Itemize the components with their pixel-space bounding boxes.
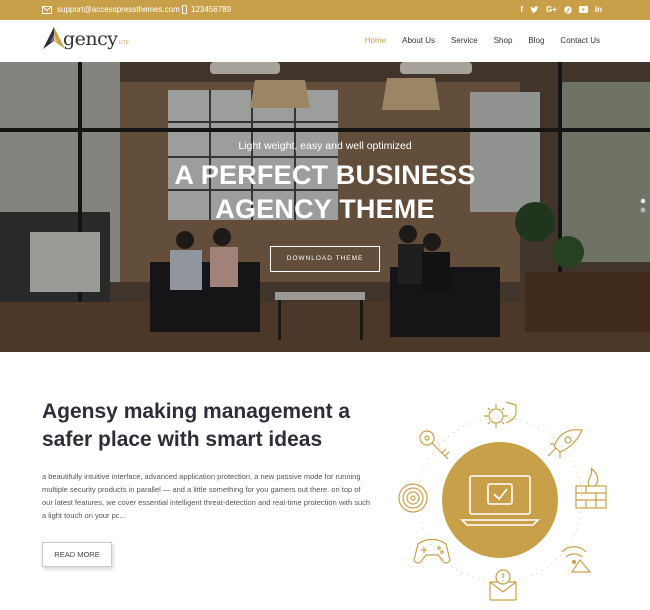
download-theme-button[interactable]: DOWNLOAD THEME xyxy=(270,246,380,272)
email-text[interactable]: support@accesspressthemes.com xyxy=(57,5,180,14)
nav-item-contact-us[interactable]: Contact Us xyxy=(560,36,600,45)
mobile-phone-icon xyxy=(182,5,187,14)
email-contact[interactable]: support@accesspressthemes.com xyxy=(42,5,180,14)
nav-item-shop[interactable]: Shop xyxy=(494,36,513,45)
top-bar: support@accesspressthemes.com 123456789 … xyxy=(0,0,650,20)
slider-pagination xyxy=(640,198,646,213)
site-header: gency LITE Home About Us Service Shop Bl… xyxy=(0,20,650,62)
twitter-icon[interactable] xyxy=(530,5,539,14)
hero-title-line-2: AGENCY THEME xyxy=(215,194,435,224)
main-navigation: Home About Us Service Shop Blog Contact … xyxy=(365,36,600,45)
rocket-icon xyxy=(547,429,583,458)
facebook-icon[interactable]: f xyxy=(520,4,523,15)
envelope-alert-icon xyxy=(489,569,517,601)
logo-lite-badge: LITE xyxy=(118,40,130,46)
hero-title: A PERFECT BUSINESS AGENCY THEME xyxy=(0,158,650,226)
slider-dot-1[interactable] xyxy=(640,198,646,204)
logo-word: gency xyxy=(63,28,118,50)
key-icon xyxy=(419,430,450,460)
phone-contact[interactable]: 123456789 xyxy=(182,5,231,14)
section-headline: Agensy making management a safer place w… xyxy=(42,400,351,451)
section-body-text: a beautifully intuitive interface, advan… xyxy=(42,472,371,520)
youtube-icon[interactable] xyxy=(578,6,588,13)
nav-item-blog[interactable]: Blog xyxy=(528,36,544,45)
hero-title-line-1: A PERFECT BUSINESS xyxy=(174,160,476,190)
security-features-illustration xyxy=(398,401,607,601)
google-plus-icon[interactable]: G+ xyxy=(546,4,557,15)
slider-dot-2[interactable] xyxy=(640,207,646,213)
firewall-icon xyxy=(575,467,607,509)
linkedin-icon[interactable]: in xyxy=(595,4,602,15)
pinterest-icon[interactable] xyxy=(564,5,572,14)
read-more-button[interactable]: READ MORE xyxy=(42,542,112,567)
site-logo[interactable]: gency LITE xyxy=(42,26,129,50)
laptop-shield-icon xyxy=(442,442,558,558)
wifi-alert-icon xyxy=(561,546,592,573)
hero-subtitle: Light weight, easy and well optimized xyxy=(238,140,412,152)
phone-text[interactable]: 123456789 xyxy=(191,5,231,14)
hero-slider: Light weight, easy and well optimized A … xyxy=(0,62,650,352)
nav-item-home[interactable]: Home xyxy=(365,36,386,45)
gamepad-icon xyxy=(413,538,451,564)
social-links: f G+ in xyxy=(520,4,602,15)
virus-shield-icon xyxy=(484,401,517,428)
fingerprint-icon xyxy=(398,483,428,513)
nav-item-service[interactable]: Service xyxy=(451,36,478,45)
envelope-icon xyxy=(42,5,52,14)
nav-item-about-us[interactable]: About Us xyxy=(402,36,435,45)
